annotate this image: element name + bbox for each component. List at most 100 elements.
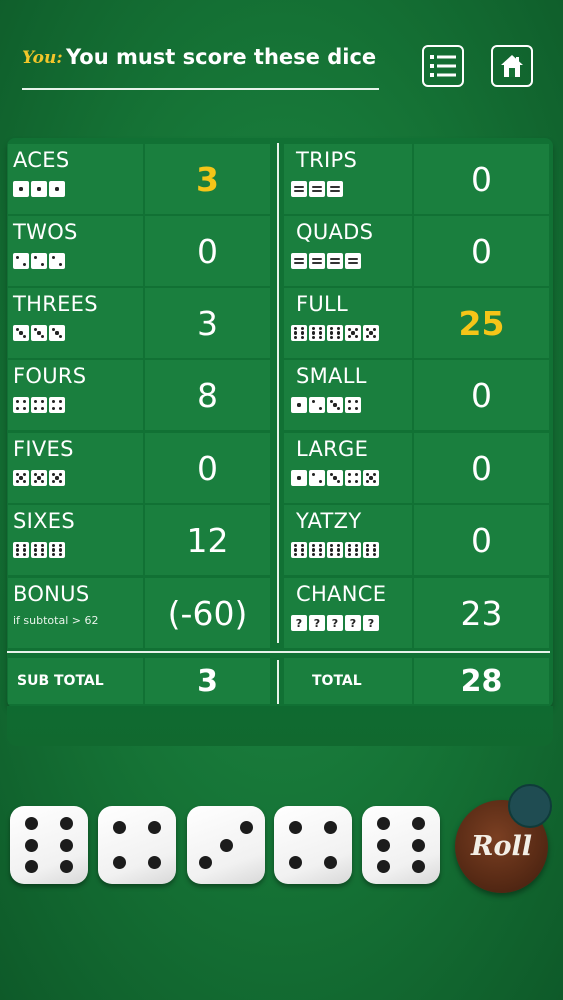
die-3[interactable] (187, 806, 265, 884)
category-quads[interactable]: QUADS (284, 216, 412, 286)
column-divider (277, 143, 279, 643)
die-pip (59, 860, 73, 874)
category-dice-icons: ????? (291, 615, 379, 631)
die-pip (377, 860, 391, 874)
mini-die-icon (291, 397, 307, 413)
home-icon (501, 55, 523, 77)
category-bonus[interactable]: BONUS if subtotal > 62 (8, 578, 143, 648)
die-1[interactable] (10, 806, 88, 884)
total-label: TOTAL (312, 673, 362, 689)
category-label: THREES (13, 292, 98, 316)
score-bonus[interactable]: (-60) (145, 578, 270, 648)
mini-die-icon (363, 542, 379, 558)
die-2[interactable] (98, 806, 176, 884)
score-fives[interactable]: 0 (145, 433, 270, 503)
category-fives[interactable]: FIVES (8, 433, 143, 503)
subtotal-label: SUB TOTAL (17, 673, 104, 689)
mini-die-icon (291, 470, 307, 486)
category-label: ACES (13, 148, 70, 172)
die-pip (25, 838, 39, 852)
die-5[interactable] (362, 806, 440, 884)
header: You: You must score these dice (0, 0, 563, 110)
die-4[interactable] (274, 806, 352, 884)
category-dice-icons (291, 470, 379, 486)
score-aces[interactable]: 3 (145, 144, 270, 214)
score-quads[interactable]: 0 (414, 216, 549, 286)
die-pip (377, 838, 391, 852)
category-trips[interactable]: TRIPS (284, 144, 412, 214)
mini-die-icon (49, 470, 65, 486)
mini-die-icon: ? (345, 615, 361, 631)
die-pip (113, 855, 127, 869)
mini-die-icon (31, 397, 47, 413)
mini-die-icon (31, 181, 47, 197)
category-label: LARGE (296, 437, 369, 461)
score-large[interactable]: 0 (414, 433, 549, 503)
mini-die-icon (13, 181, 29, 197)
score-sixes[interactable]: 12 (145, 505, 270, 575)
score-twos[interactable]: 0 (145, 216, 270, 286)
score-small[interactable]: 0 (414, 360, 549, 430)
mini-die-icon: ? (291, 615, 307, 631)
mini-die-icon (345, 253, 361, 269)
mini-die-icon (363, 470, 379, 486)
category-aces[interactable]: ACES (8, 144, 143, 214)
category-threes[interactable]: THREES (8, 288, 143, 358)
mini-die-icon (13, 470, 29, 486)
mini-die-icon (309, 542, 325, 558)
category-label: FULL (296, 292, 349, 316)
category-twos[interactable]: TWOS (8, 216, 143, 286)
totals-divider (7, 651, 550, 653)
mini-die-icon (309, 181, 325, 197)
category-label: TWOS (13, 220, 78, 244)
score-yatzy[interactable]: 0 (414, 505, 549, 575)
category-full[interactable]: FULL (284, 288, 412, 358)
category-label: SIXES (13, 509, 76, 533)
mini-die-icon (49, 253, 65, 269)
mini-die-icon (309, 253, 325, 269)
menu-list-button[interactable] (422, 45, 464, 87)
category-yatzy[interactable]: YATZY (284, 505, 412, 575)
category-chance[interactable]: CHANCE????? (284, 578, 412, 648)
message-underline (22, 88, 379, 90)
category-dice-icons (291, 325, 379, 341)
category-dice-icons (291, 397, 361, 413)
mini-die-icon (291, 253, 307, 269)
status-message: You must score these dice (66, 45, 377, 69)
mini-die-icon (291, 181, 307, 197)
die-pip (59, 816, 73, 830)
die-pip (323, 821, 337, 835)
player-label: You: (22, 48, 63, 68)
list-icon (430, 55, 456, 77)
category-large[interactable]: LARGE (284, 433, 412, 503)
score-threes[interactable]: 3 (145, 288, 270, 358)
mini-die-icon (327, 542, 343, 558)
score-chance[interactable]: 23 (414, 578, 549, 648)
subtotal-label-cell: SUB TOTAL (8, 658, 143, 704)
score-trips[interactable]: 0 (414, 144, 549, 214)
category-label: YATZY (296, 509, 362, 533)
totals-column-divider (277, 660, 279, 704)
mini-die-icon (309, 325, 325, 341)
mini-die-icon (309, 397, 325, 413)
die-pip (377, 816, 391, 830)
mini-die-icon (13, 325, 29, 341)
category-sixes[interactable]: SIXES (8, 505, 143, 575)
mini-die-icon (49, 325, 65, 341)
category-fours[interactable]: FOURS (8, 360, 143, 430)
score-full[interactable]: 25 (414, 288, 549, 358)
score-fours[interactable]: 8 (145, 360, 270, 430)
die-pip (289, 855, 303, 869)
die-pip (219, 838, 233, 852)
home-button[interactable] (491, 45, 533, 87)
category-small[interactable]: SMALL (284, 360, 412, 430)
mini-die-icon (345, 542, 361, 558)
die-pip (25, 816, 39, 830)
category-dice-icons (13, 542, 65, 558)
category-label: TRIPS (296, 148, 358, 172)
mini-die-icon (13, 397, 29, 413)
mini-die-icon (327, 325, 343, 341)
mini-die-icon (291, 542, 307, 558)
mini-die-icon (309, 470, 325, 486)
mini-die-icon (327, 470, 343, 486)
